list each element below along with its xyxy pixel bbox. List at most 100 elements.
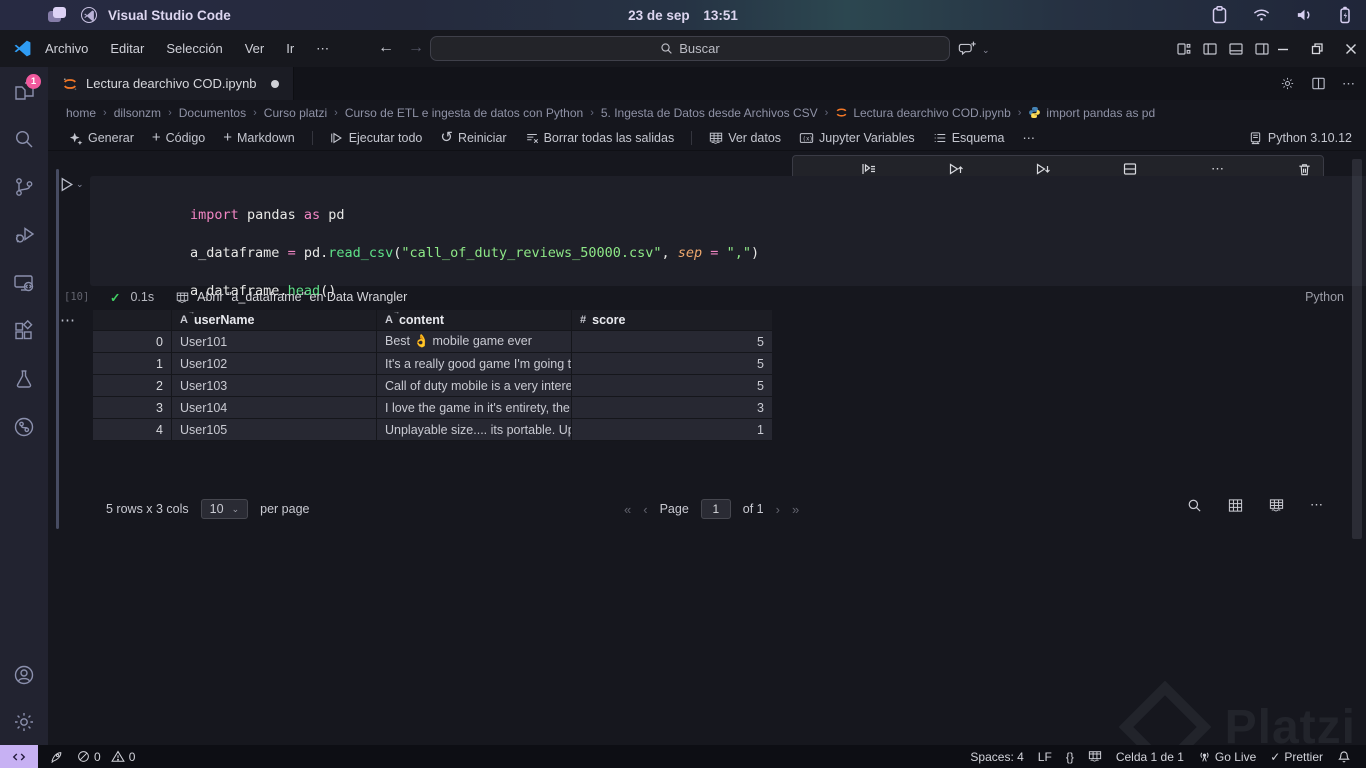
toolbar-more-icon[interactable]: ⋯	[1016, 127, 1044, 148]
last-page-icon[interactable]: »	[792, 502, 799, 517]
search-view-icon[interactable]	[0, 115, 48, 163]
system-tray[interactable]	[1211, 0, 1352, 30]
source-control-icon[interactable]	[0, 163, 48, 211]
toggle-panel-icon[interactable]	[1228, 41, 1244, 57]
table-row[interactable]: 2 User103 Call of duty mobile is a very …	[93, 375, 772, 397]
remote-explorer-icon[interactable]	[0, 259, 48, 307]
breadcrumb-item[interactable]: 5. Ingesta de Datos desde Archivos CSV	[601, 106, 818, 120]
menu-editar[interactable]: Editar	[101, 37, 153, 60]
customize-layout-icon[interactable]	[1176, 41, 1192, 57]
live-share-icon[interactable]	[0, 403, 48, 451]
copilot-icon[interactable]	[958, 40, 978, 57]
run-dropdown-chevron-icon[interactable]: ⌄	[76, 179, 84, 190]
explorer-badge: 1	[26, 74, 41, 89]
prettier-indicator[interactable]: ✓ Prettier	[1263, 745, 1330, 768]
breadcrumb-item[interactable]: home	[66, 106, 96, 120]
account-icon[interactable]	[0, 651, 48, 699]
settings-gear-icon[interactable]	[1280, 76, 1295, 91]
breadcrumb-item-notebook[interactable]: Lectura dearchivo COD.ipynb	[835, 106, 1011, 120]
errors-indicator[interactable]: 0 0	[70, 745, 142, 768]
rocket-icon[interactable]	[42, 745, 70, 768]
column-header-content[interactable]: Acontent	[377, 310, 572, 330]
search-input[interactable]: Buscar	[430, 36, 950, 61]
eol-indicator[interactable]: LF	[1031, 745, 1059, 768]
explorer-icon[interactable]: 1	[0, 67, 48, 115]
editor-scrollbar[interactable]	[1352, 159, 1362, 539]
clipboard-icon[interactable]	[1211, 5, 1228, 25]
menu-ir[interactable]: Ir	[277, 37, 303, 60]
indent-indicator[interactable]: Spaces: 4	[963, 745, 1030, 768]
breadcrumb-item[interactable]: dilsonzm	[114, 106, 161, 120]
wifi-icon[interactable]	[1252, 7, 1271, 23]
generate-button[interactable]: Generar	[62, 128, 141, 148]
back-arrow-icon[interactable]: ←	[370, 39, 402, 57]
breadcrumb-item[interactable]: Curso de ETL e ingesta de datos con Pyth…	[345, 106, 583, 120]
column-header-username[interactable]: AuserName	[172, 310, 377, 330]
toggle-secondary-sidebar-icon[interactable]	[1254, 41, 1270, 57]
table-view-icon[interactable]	[1228, 498, 1243, 513]
menu-seleccion[interactable]: Selección	[157, 37, 231, 60]
output-more-actions-icon[interactable]: ⋯	[60, 311, 76, 329]
breadcrumb-item[interactable]: Documentos	[179, 106, 246, 120]
menu-more[interactable]: ⋯	[307, 37, 338, 61]
jupyter-variables-button[interactable]: (x) Jupyter Variables	[792, 128, 922, 148]
vscode-logo-icon	[13, 39, 32, 58]
run-cell-button[interactable]: ⌄	[58, 176, 84, 193]
extensions-icon[interactable]	[0, 307, 48, 355]
index-column-header[interactable]	[93, 310, 172, 330]
cell-language[interactable]: Python	[1305, 290, 1344, 304]
split-editor-icon[interactable]	[1311, 76, 1326, 91]
jupyter-icon	[835, 106, 848, 119]
first-page-icon[interactable]: «	[624, 502, 631, 517]
column-header-score[interactable]: # score	[572, 310, 772, 330]
outline-button[interactable]: Esquema	[926, 128, 1012, 148]
battery-charging-icon[interactable]	[1338, 5, 1352, 25]
testing-icon[interactable]	[0, 355, 48, 403]
cell-position-indicator[interactable]: Celda 1 de 1	[1109, 745, 1191, 768]
breadcrumb-item-symbol[interactable]: import pandas as pd	[1028, 106, 1155, 120]
more-actions-icon[interactable]: ⋯	[1342, 76, 1356, 92]
find-in-output-icon[interactable]	[1187, 498, 1202, 513]
settings-gear-icon[interactable]	[0, 699, 48, 745]
add-markdown-cell-button[interactable]: + Markdown	[216, 126, 301, 149]
notifications-bell-icon[interactable]	[1330, 745, 1358, 768]
next-page-icon[interactable]: ›	[776, 502, 780, 517]
table-row[interactable]: 3 User104 I love the game in it's entire…	[93, 397, 772, 419]
add-code-cell-button[interactable]: + Código	[145, 126, 212, 149]
open-in-data-wrangler-link[interactable]: Abrir "a_dataframe" en Data Wrangler	[197, 290, 407, 304]
forward-arrow-icon[interactable]: →	[400, 39, 432, 57]
menu-ver[interactable]: Ver	[236, 37, 274, 60]
page-input[interactable]	[700, 499, 731, 519]
kernel-picker[interactable]: Python 3.10.12	[1249, 131, 1352, 145]
volume-icon[interactable]	[1295, 7, 1314, 23]
data-wrangler-icon[interactable]	[1269, 498, 1284, 513]
view-data-button[interactable]: Ver datos	[702, 128, 788, 148]
menu-archivo[interactable]: Archivo	[36, 37, 97, 60]
table-row[interactable]: 1 User102 It's a really good game I'm go…	[93, 353, 772, 375]
chevron-down-icon[interactable]: ⌄	[982, 45, 990, 56]
go-live-button[interactable]: Go Live	[1191, 745, 1263, 768]
system-clock[interactable]: 23 de sep 13:51	[0, 8, 1366, 23]
remote-indicator[interactable]	[0, 745, 38, 768]
language-braces-indicator[interactable]: {}	[1059, 745, 1081, 768]
run-all-button[interactable]: Ejecutar todo	[323, 128, 430, 148]
table-row[interactable]: 4 User105 Unplayable size.... its portab…	[93, 419, 772, 441]
run-debug-icon[interactable]	[0, 211, 48, 259]
restart-button[interactable]: ↺ Reiniciar	[433, 128, 513, 148]
minimize-icon[interactable]	[1276, 42, 1290, 56]
page-size-select[interactable]: 10 ⌄	[200, 499, 249, 519]
breadcrumb-item[interactable]: Curso platzi	[264, 106, 327, 120]
row-index: 1	[93, 353, 172, 374]
clear-outputs-button[interactable]: Borrar todas las salidas	[518, 128, 682, 148]
table-row[interactable]: 0 User101 Best 👌 mobile game ever 5	[93, 331, 772, 353]
code-cell[interactable]: import pandas as pd a_dataframe = pd.rea…	[90, 176, 1366, 299]
restore-icon[interactable]	[1310, 42, 1324, 56]
layout-controls	[1176, 30, 1270, 67]
toggle-sidebar-icon[interactable]	[1202, 41, 1218, 57]
tab-lectura-dearchivo[interactable]: Lectura dearchivo COD.ipynb	[48, 67, 294, 100]
output-options-icon[interactable]: ⋯	[1310, 497, 1324, 513]
close-icon[interactable]	[1344, 42, 1358, 56]
data-wrangler-status-icon[interactable]	[1081, 745, 1109, 768]
prev-page-icon[interactable]: ‹	[643, 502, 647, 517]
modified-dot-icon[interactable]	[270, 79, 279, 88]
